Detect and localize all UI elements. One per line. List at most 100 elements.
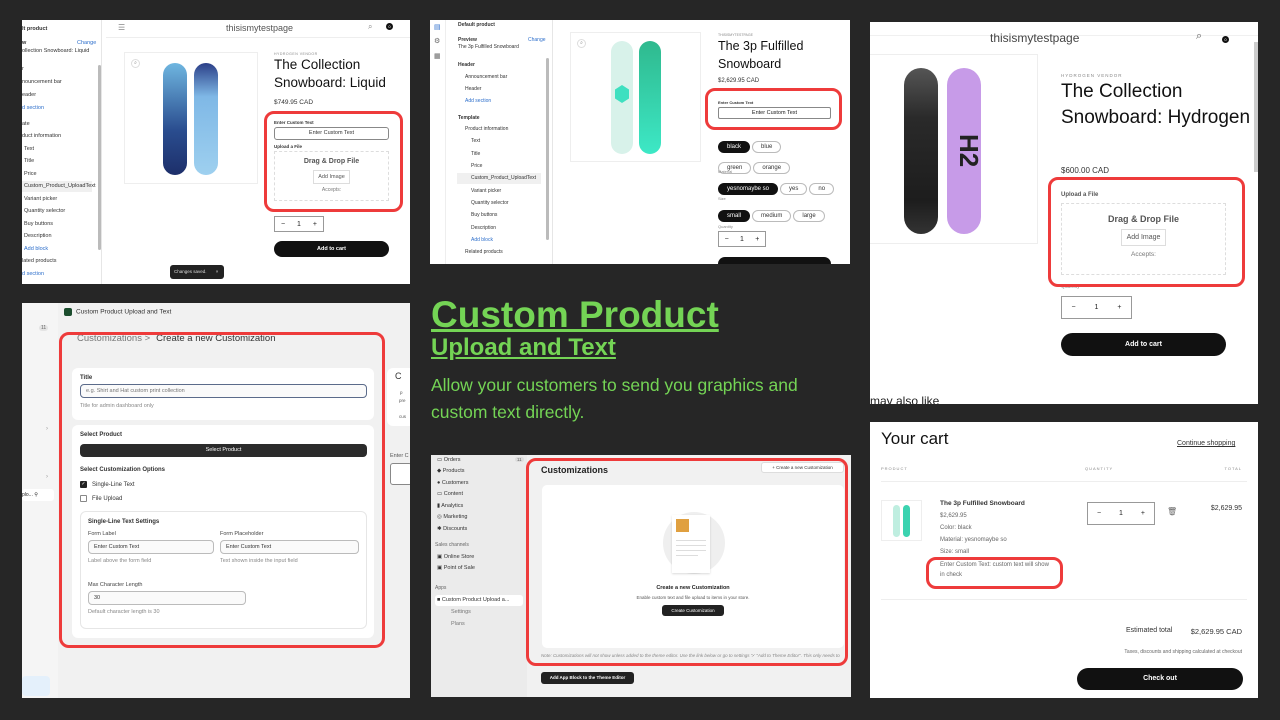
apps-label[interactable]: Apps [435, 585, 446, 591]
add-to-cart-button[interactable] [718, 257, 831, 264]
nav-item-content[interactable]: ▭ Content [437, 491, 463, 497]
add-section-link[interactable]: d section [22, 271, 44, 277]
increase-button[interactable]: + [313, 221, 317, 228]
sidebar-item[interactable]: lated products [22, 258, 57, 264]
sidebar-item-selected[interactable]: Custom_Product_UploadText [22, 181, 96, 192]
material-option[interactable]: yesnomaybe so [718, 183, 779, 195]
continue-shopping-link[interactable]: Continue shopping [1177, 440, 1235, 447]
cart-item-name[interactable]: The 3p Fulfilled Snowboard [940, 500, 1025, 507]
cart-item-thumbnail[interactable] [881, 500, 922, 541]
nav-item-customers[interactable]: ● Customers [437, 480, 468, 486]
zoom-icon[interactable]: ⌕ [131, 59, 140, 68]
quantity-value[interactable]: 1 [1119, 510, 1123, 517]
form-label-input[interactable]: Enter Custom Text [88, 540, 214, 554]
store-name[interactable]: thisismytestpage [990, 31, 1079, 45]
block-item[interactable]: Variant picker [471, 188, 501, 194]
quantity-value[interactable]: 1 [1095, 304, 1099, 311]
quantity-stepper[interactable]: − 1 + [1061, 296, 1132, 319]
color-option-orange[interactable]: orange [753, 162, 791, 174]
option-file-upload[interactable]: File Upload [80, 495, 122, 502]
sidebar-item[interactable]: duct information [22, 133, 61, 139]
sidebar-scrollbar[interactable] [98, 65, 101, 250]
product-image[interactable]: ⌕ [570, 32, 701, 162]
quantity-stepper[interactable]: − 1 + [274, 216, 324, 232]
product-image[interactable]: H2 [870, 54, 1038, 244]
increase-button[interactable]: + [755, 236, 759, 243]
create-customization-cta[interactable]: Create Customization [662, 605, 724, 616]
nav-item-analytics[interactable]: ▮ Analytics [437, 503, 463, 509]
create-customization-button[interactable]: + Create a new Customization [761, 462, 844, 473]
cart-icon[interactable]: 0 [1222, 36, 1229, 43]
add-app-block-button[interactable]: Add App Block to the Theme Editor [541, 672, 634, 684]
material-option[interactable]: no [809, 183, 835, 195]
sections-icon[interactable]: ▤ [434, 23, 441, 31]
nav-item-app[interactable]: ■ Custom Product Upload a... [435, 595, 523, 606]
add-to-cart-button[interactable]: Add to cart [1061, 333, 1226, 356]
block-item[interactable]: Title [471, 151, 480, 157]
decrease-button[interactable]: − [281, 221, 285, 228]
sidebar-item[interactable]: Related products [465, 249, 503, 255]
side-peek-input[interactable] [390, 463, 410, 485]
sidebar-item[interactable]: Price [24, 171, 37, 177]
chevron-right-icon[interactable]: › [46, 426, 48, 432]
nav-item-marketing[interactable]: ◎ Marketing [437, 514, 467, 520]
title-input[interactable] [80, 384, 367, 398]
gear-icon[interactable]: ⚙ [434, 37, 440, 45]
add-image-button[interactable]: Add Image [313, 170, 350, 184]
change-link[interactable]: Change [528, 37, 546, 43]
pin-icon[interactable]: ⚲ [34, 492, 38, 498]
quantity-stepper[interactable]: − 1 + [1087, 502, 1155, 525]
nav-item-app[interactable]: plo... ⚲ [22, 489, 54, 501]
change-link[interactable]: Change [77, 40, 96, 46]
color-option-blue[interactable]: blue [752, 141, 782, 153]
quantity-value[interactable]: 1 [297, 221, 301, 228]
form-placeholder-input[interactable]: Enter Custom Text [220, 540, 359, 554]
search-icon[interactable]: ⌕ [368, 22, 372, 32]
option-single-line-text[interactable]: ✓ Single-Line Text [80, 481, 135, 488]
size-option[interactable]: medium [752, 210, 792, 222]
add-block-link[interactable]: Add block [471, 237, 493, 243]
nav-item-discounts[interactable]: ✱ Discounts [437, 526, 467, 532]
file-drop-zone[interactable]: Drag & Drop File Add Image Accepts: [1061, 203, 1226, 275]
block-item-selected[interactable]: Custom_Product_UploadText [457, 173, 541, 184]
sales-channels-label[interactable]: Sales channels [435, 542, 469, 548]
color-option-black[interactable]: black [718, 141, 751, 153]
sidebar-item[interactable]: Variant picker [24, 196, 57, 202]
trash-icon[interactable]: 🗑 [1167, 507, 1177, 516]
add-to-cart-button[interactable]: Add to cart [274, 241, 389, 257]
product-image[interactable]: ⌕ [124, 52, 258, 184]
nav-item-pos[interactable]: ▣ Point of Sale [437, 565, 475, 571]
checkbox-checked[interactable]: ✓ [80, 481, 87, 488]
close-icon[interactable]: × [216, 269, 219, 274]
nav-item-online-store[interactable]: ▣ Online Store [437, 554, 474, 560]
add-section-link[interactable]: Add section [465, 98, 491, 104]
add-block-link[interactable]: Add block [24, 246, 48, 252]
quantity-stepper[interactable]: − 1 + [718, 231, 766, 247]
checkout-button[interactable]: Check out [1077, 668, 1243, 690]
sidebar-item[interactable]: eader [22, 92, 36, 98]
block-item[interactable]: Text [471, 138, 480, 144]
custom-text-input[interactable]: Enter Custom Text [274, 127, 389, 140]
custom-text-input[interactable]: Enter Custom Text [718, 107, 831, 119]
apps-icon[interactable]: ▦ [434, 52, 441, 60]
sidebar-item[interactable]: nouncement bar [22, 79, 62, 85]
sidebar-item[interactable]: Header [465, 86, 481, 92]
sidebar-item[interactable]: Text [24, 146, 34, 152]
select-product-button[interactable]: Select Product [80, 444, 367, 457]
add-section-link[interactable]: d section [22, 105, 44, 111]
block-item[interactable]: Quantity selector [471, 200, 509, 206]
sidebar-item[interactable]: Announcement bar [465, 74, 507, 80]
increase-button[interactable]: + [1117, 304, 1121, 311]
menu-icon[interactable]: ☰ [118, 23, 125, 32]
page-scrollbar[interactable] [1254, 42, 1258, 172]
block-item[interactable]: Price [471, 163, 482, 169]
add-image-button[interactable]: Add Image [1120, 229, 1167, 246]
zoom-icon[interactable]: ⌕ [577, 39, 586, 48]
sidebar-scrollbar[interactable] [546, 58, 549, 240]
block-item[interactable]: Description [471, 225, 496, 231]
nav-item-products[interactable]: ◆ Products [437, 468, 464, 474]
size-option[interactable]: large [793, 210, 825, 222]
sidebar-item[interactable]: Buy buttons [24, 221, 53, 227]
size-option[interactable]: small [718, 210, 751, 222]
file-drop-zone[interactable]: Drag & Drop File Add Image Accepts: [274, 151, 389, 201]
